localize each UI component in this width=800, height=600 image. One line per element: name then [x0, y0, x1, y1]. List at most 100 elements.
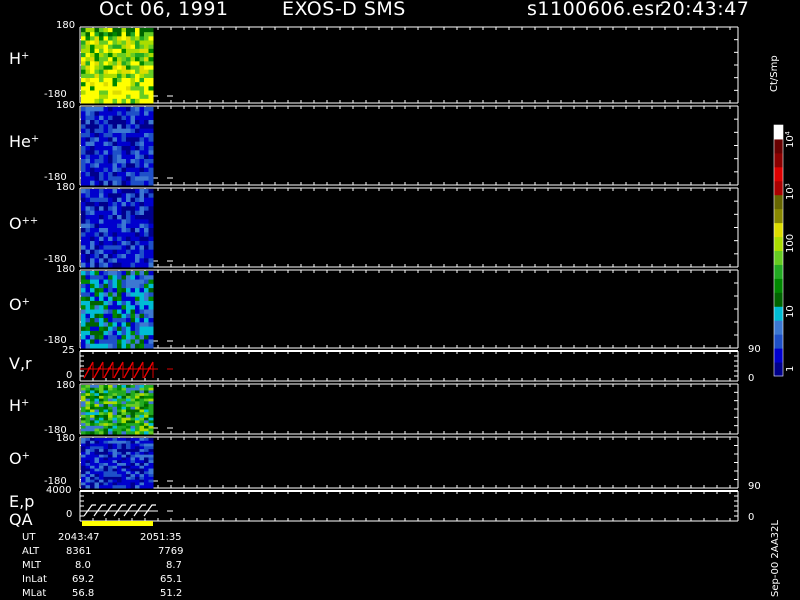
heatmap-cell [103, 115, 109, 121]
heatmap-cell [85, 193, 91, 199]
heatmap-cell [139, 189, 145, 194]
heatmap-cell [148, 236, 154, 242]
colorbar-segment [774, 236, 783, 251]
heatmap-cell [103, 124, 109, 130]
heatmap-cell [144, 146, 149, 151]
heatmap-cell [148, 326, 154, 332]
heatmap-cell [126, 133, 131, 138]
heatmap-cell [81, 86, 86, 91]
heatmap-cell [135, 124, 140, 130]
heatmap-cell [139, 288, 145, 293]
heatmap-cell [85, 300, 91, 306]
heatmap-cell [135, 232, 140, 238]
heatmap-cell [99, 210, 104, 216]
heatmap-cell [139, 107, 145, 112]
heatmap-cell [135, 210, 140, 216]
panel-label-h-plus: H+ [9, 49, 30, 68]
heatmap-cell [126, 339, 131, 345]
heatmap-cell [126, 86, 131, 91]
heatmap-cell [126, 150, 131, 156]
heatmap-cell [108, 78, 113, 83]
heatmap-cell [108, 32, 113, 37]
heatmap-cell [99, 223, 104, 229]
heatmap-cell [103, 305, 109, 310]
heatmap-cell [144, 249, 149, 255]
heatmap-cell [121, 90, 127, 96]
heatmap-cell [139, 210, 145, 216]
heatmap-cell [85, 36, 91, 41]
heatmap-cell [99, 326, 104, 332]
heatmap-cell [112, 271, 118, 276]
heatmap-cell [144, 141, 149, 147]
heatmap-cell [99, 485, 104, 489]
heatmap-cell [94, 180, 100, 186]
heatmap-cell [108, 219, 113, 225]
heatmap-cell [130, 283, 136, 289]
heatmap-cell [121, 36, 127, 41]
heatmap-cell [148, 180, 154, 186]
heatmap-cell [99, 322, 104, 328]
heatmap-cell [135, 137, 140, 143]
heatmap-cell [99, 167, 104, 173]
heatmap-cell [81, 61, 86, 66]
heatmap-cell [103, 154, 109, 160]
panel-label-h-plus-2: H+ [9, 396, 30, 415]
heatmap-cell [135, 202, 140, 207]
heatmap-cell [108, 48, 113, 54]
footer-label: ALT [22, 546, 40, 557]
heatmap-cell [126, 28, 131, 33]
heatmap-cell [103, 210, 109, 216]
heatmap-cell [85, 98, 91, 104]
heatmap-cell [90, 61, 95, 66]
heatmap-cell [126, 300, 131, 306]
heatmap-cell [85, 197, 91, 203]
heatmap-cell [130, 128, 136, 134]
heatmap-cell [112, 335, 118, 340]
heatmap-cell [81, 330, 86, 336]
heatmap-cell [81, 326, 86, 332]
heatmap-cell [81, 44, 86, 50]
heatmap-cell [121, 326, 127, 332]
heatmap-cell [144, 94, 149, 100]
heatmap-cell [85, 279, 91, 285]
heatmap-cell [108, 245, 113, 251]
heatmap-cell [94, 189, 100, 194]
heatmap-cell [121, 330, 127, 336]
heatmap-cell [135, 73, 140, 79]
heatmap-cell [130, 215, 136, 220]
heatmap-cell [126, 69, 131, 75]
heatmap-cell [85, 137, 91, 143]
heatmap-cell [135, 82, 140, 87]
heatmap-cell [117, 90, 122, 96]
heatmap-cell [90, 146, 95, 151]
colorbar-segment [774, 278, 783, 293]
heatmap-cell [99, 137, 104, 143]
heatmap-cell [135, 48, 140, 54]
heatmap-cell [126, 296, 131, 302]
heatmap-cell [130, 245, 136, 251]
heatmap-cell [148, 202, 154, 207]
heatmap-cell [112, 258, 118, 264]
heatmap-cell [112, 69, 118, 75]
heatmap-cell [139, 176, 145, 182]
heatmap-cell [99, 296, 104, 302]
heatmap-cell [108, 232, 113, 238]
heatmap-cell [94, 57, 100, 62]
heatmap-cell [117, 167, 122, 173]
qa-bar [82, 521, 153, 526]
heatmap-cell [126, 258, 131, 264]
header-file: s1100606.esr [527, 0, 663, 20]
heatmap-cell [144, 305, 149, 310]
heatmap-cell [144, 228, 149, 233]
heatmap-cell [126, 305, 131, 310]
heatmap-cell [121, 124, 127, 130]
heatmap-cell [144, 215, 149, 220]
heatmap-cell [139, 111, 145, 117]
heatmap-cell [108, 176, 113, 182]
heatmap-cell [121, 215, 127, 220]
heatmap-cell [135, 90, 140, 96]
heatmap-cell [130, 292, 136, 298]
heatmap-cell [85, 254, 91, 259]
heatmap-cell [99, 141, 104, 147]
heatmap-cell [135, 36, 140, 41]
